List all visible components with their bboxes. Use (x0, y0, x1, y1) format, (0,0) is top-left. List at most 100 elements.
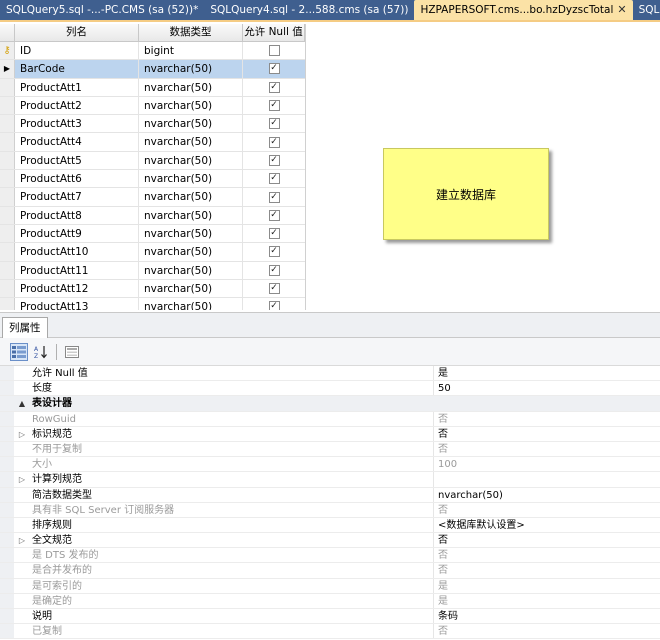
table-row[interactable]: ▶ BarCode nvarchar(50) ✓ (0, 60, 305, 79)
property-row[interactable]: 允许 Null 值是 (0, 366, 660, 382)
property-value[interactable]: 否 (434, 533, 660, 547)
table-row[interactable]: ProductAtt2 nvarchar(50) ✓ (0, 96, 305, 116)
property-row[interactable]: 长度 50 (0, 381, 660, 397)
row-selector[interactable] (0, 298, 15, 310)
allow-null-checkbox[interactable]: ✓ (268, 283, 280, 294)
data-type-cell[interactable]: nvarchar(50) (139, 261, 243, 279)
expand-icon[interactable]: ▷ (14, 427, 30, 441)
property-row[interactable]: ▷ 全文规范否 (0, 533, 660, 549)
property-value[interactable]: 是 (434, 594, 660, 608)
column-name-cell[interactable]: ProductAtt11 (15, 261, 139, 279)
property-value[interactable]: 50 (434, 381, 660, 395)
table-row[interactable]: ProductAtt12 nvarchar(50) ✓ (0, 279, 305, 299)
table-row[interactable]: ProductAtt9 nvarchar(50) ✓ (0, 224, 305, 244)
row-selector[interactable]: ⚷ (0, 42, 15, 60)
table-row[interactable]: ProductAtt1 nvarchar(50) ✓ (0, 78, 305, 97)
categorized-icon[interactable] (10, 342, 28, 361)
allow-null-checkbox[interactable]: ✓ (268, 154, 280, 166)
data-type-cell[interactable]: nvarchar(50) (139, 279, 243, 298)
allow-null-checkbox[interactable]: ✓ (268, 246, 280, 258)
property-value[interactable]: 否 (434, 412, 660, 426)
column-name-header[interactable]: 列名 (15, 24, 139, 41)
allow-null-checkbox[interactable]: ✓ (268, 136, 280, 148)
table-row[interactable]: ProductAtt3 nvarchar(50) ✓ (0, 115, 305, 134)
property-row[interactable]: 说明 条码 (0, 609, 660, 625)
table-row[interactable]: ⚷ ID bigint (0, 42, 305, 61)
data-type-cell[interactable]: nvarchar(50) (139, 78, 243, 96)
column-name-cell[interactable]: BarCode (15, 60, 139, 78)
tab-document-3[interactable]: HZPAPERSOFT.cms...bo.hzDyzscTotal ✕ (414, 0, 633, 20)
row-selector[interactable] (0, 78, 15, 96)
alphabetical-sort-icon[interactable]: AZ (32, 343, 50, 361)
data-type-cell[interactable]: nvarchar(50) (139, 60, 243, 78)
row-selector[interactable]: ▶ (0, 60, 15, 78)
property-value[interactable]: 否 (434, 563, 660, 577)
row-selector[interactable] (0, 224, 15, 243)
property-row[interactable]: 是合并发布的否 (0, 563, 660, 579)
tab-document-4[interactable]: SQLQuery3.sql (633, 0, 660, 20)
row-selector[interactable] (0, 188, 15, 206)
allow-null-checkbox[interactable]: ✓ (268, 173, 280, 185)
column-properties-tab[interactable]: 列属性 (2, 317, 48, 338)
property-row[interactable]: 具有非 SQL Server 订阅服务器否 (0, 502, 660, 518)
row-selector[interactable] (0, 279, 15, 298)
property-row[interactable]: 是可索引的是 (0, 578, 660, 594)
row-selector[interactable] (0, 206, 15, 224)
property-value[interactable]: 条码 (434, 609, 660, 623)
property-value[interactable]: nvarchar(50) (434, 488, 660, 502)
row-selector[interactable] (0, 151, 15, 170)
data-type-cell[interactable]: bigint (139, 42, 243, 60)
property-row[interactable]: 是确定的是 (0, 593, 660, 609)
allow-null-checkbox[interactable]: ✓ (268, 209, 280, 221)
column-name-cell[interactable]: ProductAtt5 (15, 151, 139, 170)
property-row[interactable]: RowGuid 否 (0, 411, 660, 427)
column-name-cell[interactable]: ProductAtt8 (15, 206, 139, 224)
table-row[interactable]: ProductAtt10 nvarchar(50) ✓ (0, 243, 305, 262)
close-icon[interactable]: ✕ (617, 0, 626, 20)
data-type-cell[interactable]: nvarchar(50) (139, 206, 243, 224)
allow-null-checkbox[interactable]: ✓ (268, 81, 280, 93)
column-name-cell[interactable]: ProductAtt2 (15, 96, 139, 115)
sticky-note[interactable]: 建立数据库 (383, 148, 549, 240)
data-type-cell[interactable]: nvarchar(50) (139, 243, 243, 261)
allow-null-checkbox[interactable]: ✓ (268, 264, 280, 276)
data-type-cell[interactable]: nvarchar(50) (139, 170, 243, 188)
property-value[interactable]: 否 (434, 624, 660, 638)
property-row[interactable]: 是 DTS 发布的否 (0, 548, 660, 564)
expand-icon[interactable]: ▷ (14, 533, 30, 547)
row-selector[interactable] (0, 115, 15, 133)
property-value[interactable]: 否 (434, 548, 660, 562)
row-selector[interactable] (0, 96, 15, 115)
table-row[interactable]: ProductAtt4 nvarchar(50) ✓ (0, 133, 305, 152)
property-value[interactable]: <数据库默认设置> (434, 518, 660, 532)
data-type-cell[interactable]: nvarchar(50) (139, 96, 243, 115)
property-value[interactable] (434, 472, 660, 486)
column-name-cell[interactable]: ProductAtt6 (15, 170, 139, 188)
property-row[interactable]: 大小 100 (0, 457, 660, 473)
data-type-cell[interactable]: nvarchar(50) (139, 188, 243, 206)
data-type-cell[interactable]: nvarchar(50) (139, 133, 243, 151)
allow-null-checkbox[interactable]: ✓ (268, 100, 280, 112)
property-value[interactable]: 100 (434, 457, 660, 471)
table-row[interactable]: ProductAtt13 nvarchar(50) ✓ (0, 298, 305, 310)
property-value[interactable]: 否 (434, 503, 660, 517)
column-name-cell[interactable]: ProductAtt12 (15, 279, 139, 298)
property-row[interactable]: ▷ 标识规范否 (0, 426, 660, 442)
data-type-cell[interactable]: nvarchar(50) (139, 115, 243, 133)
allow-null-checkbox[interactable]: ✓ (268, 228, 280, 240)
property-value[interactable]: 否 (434, 427, 660, 441)
expand-icon[interactable]: ▷ (14, 472, 30, 486)
allow-null-checkbox[interactable] (268, 45, 280, 57)
tab-document-2[interactable]: SQLQuery4.sql - 2...588.cms (sa (57)) (204, 0, 414, 20)
row-selector[interactable] (0, 170, 15, 188)
row-selector[interactable] (0, 133, 15, 151)
column-name-cell[interactable]: ProductAtt13 (15, 298, 139, 310)
data-type-cell[interactable]: nvarchar(50) (139, 151, 243, 170)
table-row[interactable]: ProductAtt8 nvarchar(50) ✓ (0, 206, 305, 225)
property-category-row[interactable]: ▲ 表设计器 (0, 396, 660, 412)
column-name-cell[interactable]: ProductAtt3 (15, 115, 139, 133)
allow-null-checkbox[interactable]: ✓ (268, 301, 280, 310)
property-row[interactable]: 排序规则 <数据库默认设置> (0, 517, 660, 534)
property-row[interactable]: 已复制否 (0, 624, 660, 640)
table-row[interactable]: ProductAtt6 nvarchar(50) ✓ (0, 170, 305, 189)
